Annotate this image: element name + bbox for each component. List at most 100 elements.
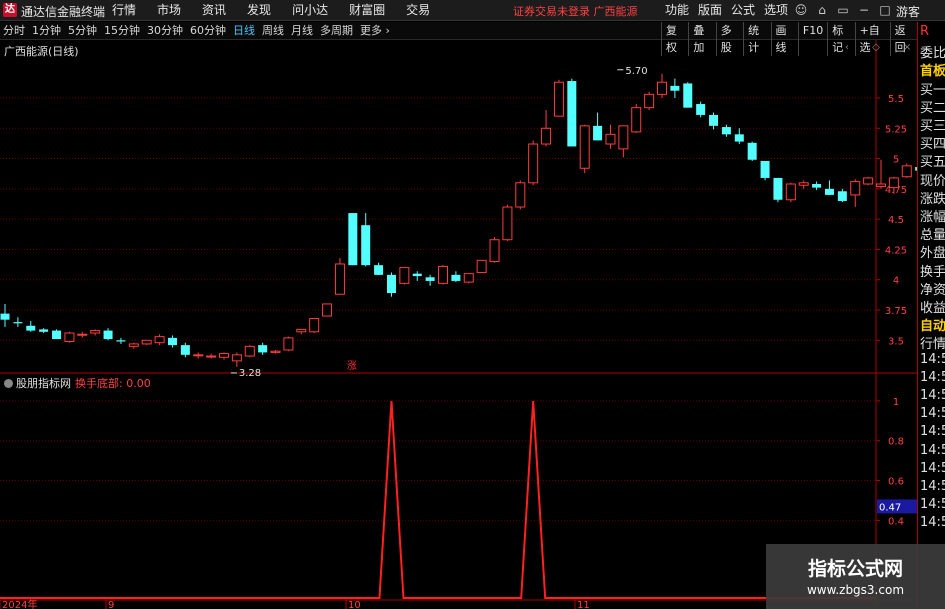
candle-down: [734, 134, 744, 142]
side-panel-item[interactable]: 14:56: [920, 515, 945, 530]
maximize-icon[interactable]: □: [876, 2, 894, 19]
right-menu-item[interactable]: 选项: [764, 2, 788, 19]
candle-down: [361, 225, 371, 266]
watermark-title: 指标公式网: [807, 558, 903, 580]
period-tab[interactable]: 周线: [262, 23, 284, 38]
restore-icon[interactable]: ▭: [834, 2, 852, 19]
period-tab[interactable]: 15分钟: [104, 23, 140, 38]
stock-label[interactable]: 广西能源(日线): [4, 43, 79, 59]
login-status[interactable]: 证券交易未登录 广西能源: [513, 3, 638, 19]
side-panel-item[interactable]: 行情: [920, 333, 945, 352]
candle-down: [773, 177, 783, 200]
kline-chart[interactable]: 3.53.7544.254.54.7555.255.50.40.60.813.2…: [0, 40, 917, 609]
side-panel-item[interactable]: 14:56: [920, 352, 945, 367]
candle-up: [463, 273, 474, 283]
menu-item[interactable]: 行情: [112, 2, 136, 19]
period-tab[interactable]: 30分钟: [147, 23, 183, 38]
period-tab[interactable]: 月线: [291, 23, 313, 38]
side-panel-item[interactable]: 收益: [920, 297, 945, 316]
side-panel-item[interactable]: 买三: [920, 115, 945, 134]
candle-down: [180, 345, 190, 355]
indicator-y-tick-label: 1: [893, 397, 899, 408]
candle-up: [631, 107, 642, 133]
side-panel-item[interactable]: 总量: [920, 224, 945, 243]
side-panel-item[interactable]: 14:56: [920, 406, 945, 421]
candle-up: [476, 259, 487, 273]
menu-item[interactable]: 发现: [247, 2, 271, 19]
chart-corner-icons[interactable]: ‹ ◇ ×: [845, 42, 921, 53]
indicator-y-tick-label: 0.4: [888, 516, 904, 527]
candle-down: [116, 340, 126, 342]
side-panel-item[interactable]: 14:56: [920, 388, 945, 403]
period-tab[interactable]: 1分钟: [32, 23, 61, 38]
candle-up: [309, 317, 320, 333]
candle-up: [399, 267, 410, 284]
right-menu-item[interactable]: 公式: [731, 2, 755, 19]
period-tab[interactable]: 分时: [3, 23, 25, 38]
side-panel-item[interactable]: 外盘: [920, 242, 945, 261]
right-menu-item[interactable]: 功能: [665, 2, 689, 19]
side-panel-item[interactable]: 涨跌: [920, 188, 945, 207]
side-panel-item[interactable]: 首板: [920, 60, 945, 79]
period-tab[interactable]: 更多 ›: [360, 23, 390, 38]
candle-up: [128, 343, 139, 347]
side-panel-item[interactable]: 委比: [920, 42, 945, 61]
right-menu-item[interactable]: 版面: [698, 2, 722, 19]
candle-down: [837, 191, 847, 201]
candle-up: [579, 125, 590, 169]
side-panel-item[interactable]: R: [920, 24, 929, 39]
candle-up: [141, 339, 152, 345]
home-icon[interactable]: ⌂: [813, 2, 831, 19]
menu-item[interactable]: 市场: [157, 2, 181, 19]
candle-up: [296, 328, 307, 333]
candle-down: [670, 85, 680, 91]
candle-up: [876, 183, 886, 187]
period-tab[interactable]: 多周期: [320, 23, 353, 38]
app-logo-icon: 达: [3, 3, 17, 17]
menu-item[interactable]: 财富圈: [349, 2, 385, 19]
candle-down: [683, 83, 693, 108]
y-tick-label: 3.75: [885, 306, 907, 317]
candle-up: [334, 263, 345, 295]
menu-item[interactable]: 问小达: [292, 2, 328, 19]
candle-up: [154, 336, 165, 344]
side-panel-item[interactable]: 买二: [920, 97, 945, 116]
side-panel-item[interactable]: 14:56: [920, 461, 945, 476]
side-panel-item[interactable]: 涨幅: [920, 206, 945, 225]
minimize-icon[interactable]: −: [855, 2, 873, 19]
side-panel-item[interactable]: 换手: [920, 261, 945, 280]
x-tick-label: 11: [577, 600, 590, 609]
side-panel-item[interactable]: 净资: [920, 279, 945, 298]
side-panel-item[interactable]: 14:56: [920, 497, 945, 512]
candle-down: [812, 184, 822, 188]
period-tab[interactable]: 5分钟: [68, 23, 97, 38]
side-panel-item[interactable]: 14:56: [920, 370, 945, 385]
period-tab[interactable]: 60分钟: [190, 23, 226, 38]
candle-up: [489, 239, 500, 263]
side-panel-item[interactable]: 14:56: [920, 424, 945, 439]
side-panel-item[interactable]: 14:56: [920, 443, 945, 458]
candle-up: [850, 181, 861, 196]
period-tab[interactable]: 日线: [233, 23, 255, 38]
period-toolbar: 分时 1分钟 5分钟 15分钟 30分钟 60分钟 日线 周线 月线 多周期 更多 › 复权 叠加 多股…: [0, 22, 917, 56]
indicator-header[interactable]: 股朋指标网 换手底部: 0.00: [4, 375, 151, 391]
candle-up: [77, 333, 88, 336]
candle-down: [760, 160, 770, 178]
guest-login-button[interactable]: 游客: [896, 3, 920, 20]
side-panel-item[interactable]: 现价: [920, 170, 945, 189]
indicator-toggle-icon[interactable]: [4, 379, 13, 388]
x-tick-label: 9: [108, 600, 114, 609]
side-panel-item[interactable]: 买五: [920, 151, 945, 170]
side-panel-item[interactable]: 自动: [920, 315, 945, 334]
side-panel-item[interactable]: 买四: [920, 133, 945, 152]
menu-item[interactable]: 交易: [406, 2, 430, 19]
side-panel-item[interactable]: 14:56: [920, 479, 945, 494]
candle-down: [425, 277, 435, 281]
user-icon[interactable]: ☺: [792, 2, 810, 19]
x-tick-label: 2024年: [2, 598, 37, 609]
candle-up: [785, 183, 796, 201]
candle-up: [90, 330, 101, 334]
side-panel-item[interactable]: 买一: [920, 79, 945, 98]
candle-down: [709, 114, 719, 126]
menu-item[interactable]: 资讯: [202, 2, 226, 19]
